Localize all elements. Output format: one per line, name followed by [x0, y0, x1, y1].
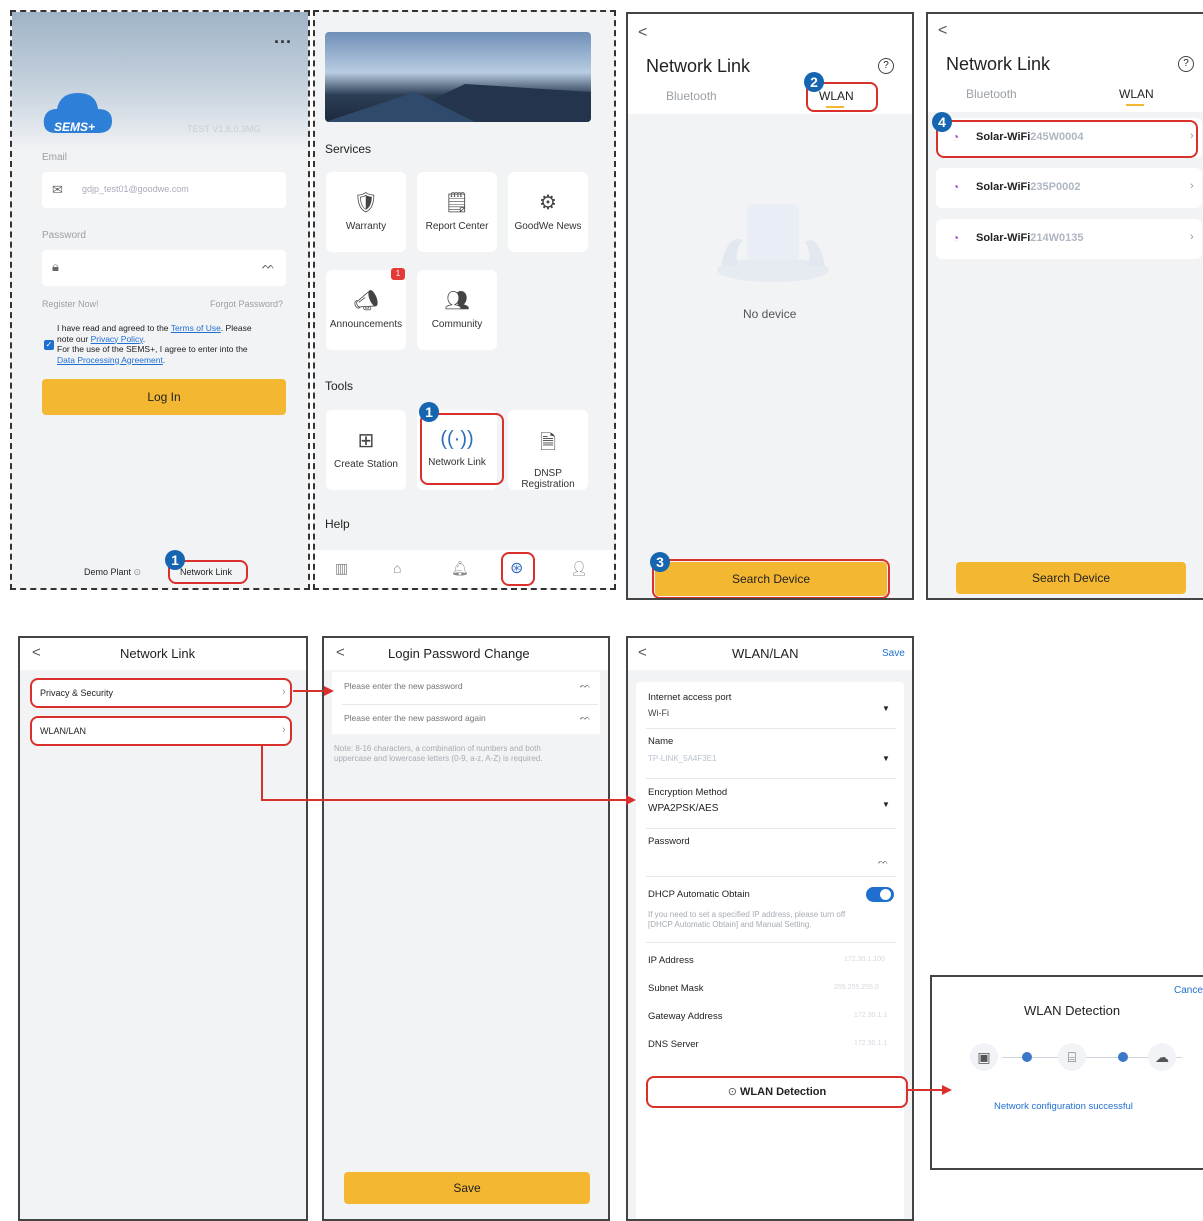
- flow-arrows: [261, 686, 952, 1095]
